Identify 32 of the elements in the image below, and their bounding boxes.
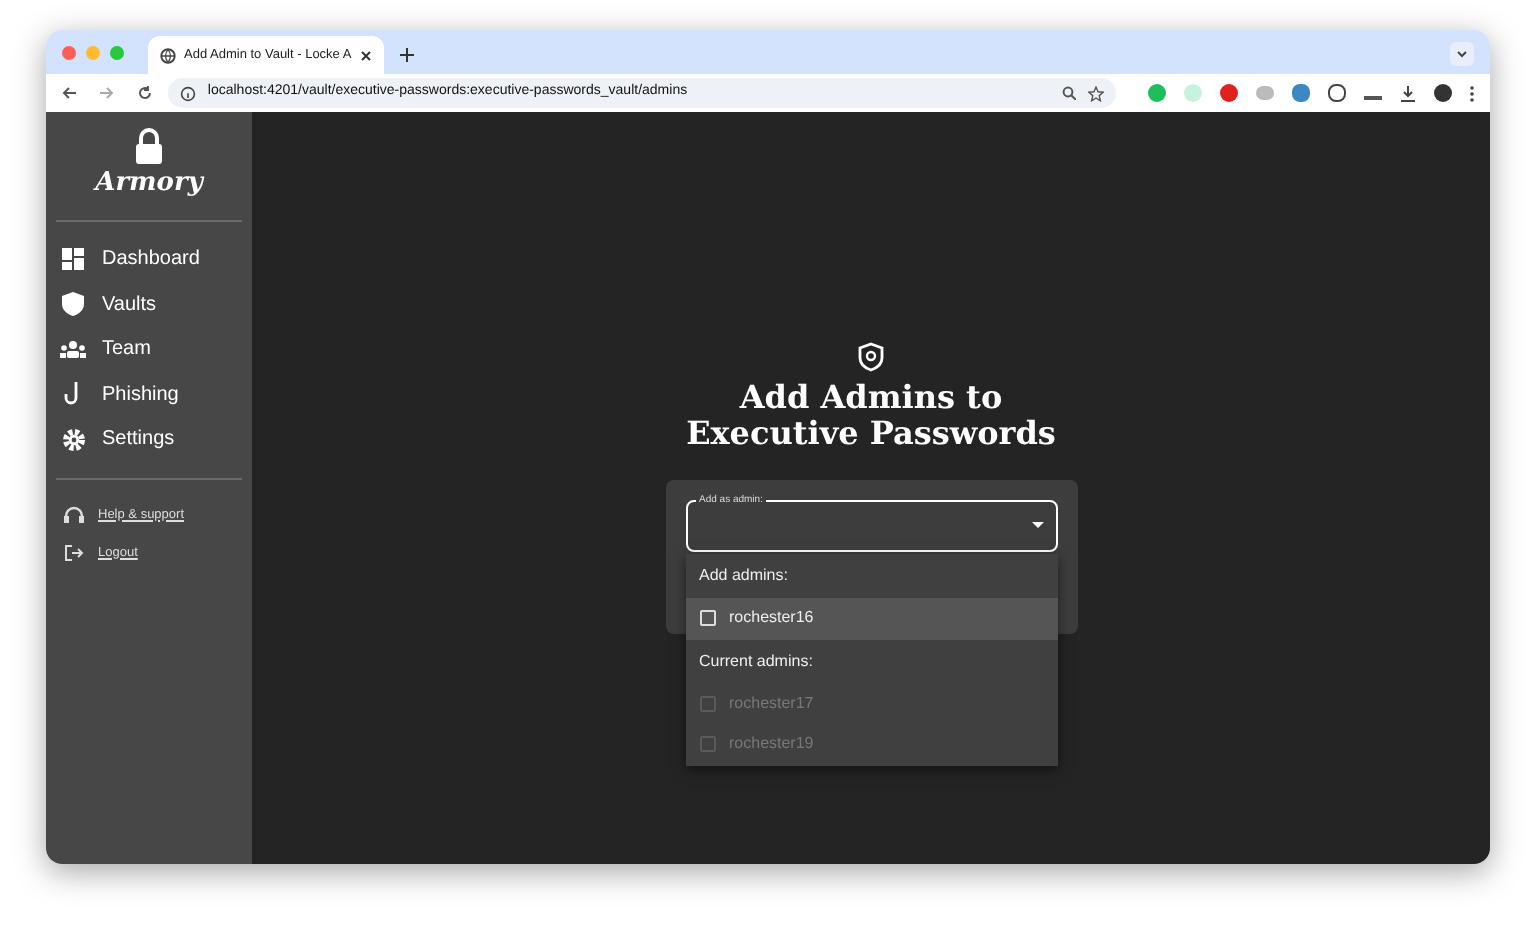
back-icon[interactable]: [62, 86, 76, 100]
headset-icon: [63, 506, 83, 524]
people-icon: [60, 340, 86, 359]
nav-item[interactable]: Settings: [56, 417, 242, 462]
dropdown-caret-icon: [1031, 522, 1043, 528]
download-icon[interactable]: [1400, 85, 1416, 101]
zoom-icon[interactable]: [1062, 86, 1076, 100]
shield-icon: [858, 342, 884, 372]
group-heading: Add admins:: [697, 564, 790, 588]
new-tab-icon[interactable]: [399, 48, 414, 62]
reload-icon[interactable]: [137, 86, 152, 100]
close-tab-icon[interactable]: [359, 49, 372, 61]
tab-menu-icon[interactable]: [1450, 42, 1474, 66]
star-icon[interactable]: [1088, 85, 1104, 101]
nav-item[interactable]: Phishing: [56, 372, 242, 417]
info-icon: [179, 85, 196, 101]
globe-icon: [160, 47, 176, 63]
dashboard-grid-icon: [62, 248, 84, 271]
shield-icon: [62, 292, 84, 317]
nav-item[interactable]: Dashboard: [56, 237, 242, 282]
nav-item[interactable]: Vaults: [56, 282, 242, 327]
checkbox[interactable]: [699, 610, 715, 627]
nav-item[interactable]: Team: [56, 327, 242, 372]
page-title: Add Admins to Executive Passwords: [684, 380, 1058, 452]
group-heading: Current admins:: [697, 649, 815, 673]
profile-icon[interactable]: [1434, 84, 1452, 102]
admin-option[interactable]: rochester16: [685, 598, 1057, 639]
logo-text: Armory: [95, 166, 203, 202]
gear-icon: [61, 427, 85, 452]
hook-icon: [64, 382, 82, 407]
padlock-icon: [134, 128, 164, 164]
exit-arrow-icon: [63, 544, 83, 562]
